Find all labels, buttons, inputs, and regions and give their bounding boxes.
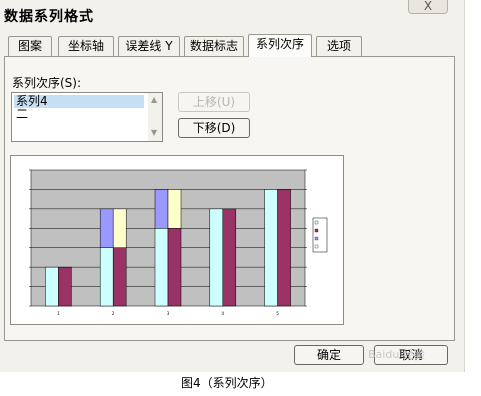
tab-error-bars[interactable]: 误差线 Y bbox=[118, 36, 180, 56]
legend-swatch bbox=[314, 220, 319, 225]
scroll-up-icon[interactable]: ▲ bbox=[151, 95, 157, 104]
dialog-title: 数据系列格式 bbox=[4, 9, 94, 25]
move-up-button[interactable]: 上移(U) bbox=[178, 92, 250, 112]
bar bbox=[209, 208, 224, 307]
bar bbox=[154, 228, 169, 307]
bar bbox=[167, 228, 182, 307]
x-tick-label: 4 bbox=[222, 311, 225, 316]
bar bbox=[112, 247, 127, 307]
series-order-listbox[interactable]: 系列4 二 ▲ ▼ bbox=[11, 92, 163, 142]
chart-preview: 1 2 3 4 5 bbox=[10, 155, 344, 325]
list-item[interactable]: 二 bbox=[14, 108, 30, 121]
legend-swatch bbox=[314, 228, 319, 233]
bar bbox=[167, 189, 182, 229]
tab-data-labels[interactable]: 数据标志 bbox=[184, 36, 244, 56]
bar bbox=[58, 266, 72, 307]
legend-swatch bbox=[314, 236, 319, 241]
ok-button[interactable]: 确定 bbox=[294, 345, 364, 365]
bar bbox=[154, 189, 169, 229]
bar bbox=[277, 189, 291, 307]
x-tick-label: 1 bbox=[57, 311, 60, 316]
tab-axis[interactable]: 坐标轴 bbox=[58, 36, 114, 56]
bar bbox=[112, 208, 127, 248]
format-series-dialog: 数据系列格式 X 图案 坐标轴 误差线 Y 数据标志 系列次序 选项 系列次序(… bbox=[0, 0, 465, 372]
title-bar: 数据系列格式 X bbox=[0, 0, 465, 32]
list-item[interactable]: 系列4 bbox=[14, 95, 144, 108]
series-order-label: 系列次序(S): bbox=[12, 76, 82, 90]
x-tick-label: 3 bbox=[167, 311, 170, 316]
close-button[interactable]: X bbox=[408, 0, 448, 14]
bar bbox=[222, 208, 237, 307]
bar bbox=[45, 266, 59, 307]
tab-series-order[interactable]: 系列次序 bbox=[248, 34, 312, 57]
listbox-scrollbar[interactable]: ▲ ▼ bbox=[148, 93, 162, 141]
close-icon: X bbox=[423, 0, 433, 13]
x-tick-label: 5 bbox=[276, 311, 279, 316]
move-down-button[interactable]: 下移(D) bbox=[178, 118, 250, 138]
x-tick-label: 2 bbox=[112, 311, 115, 316]
legend-swatch bbox=[314, 244, 319, 249]
bar bbox=[264, 189, 278, 307]
figure-caption: 图4（系列次序） bbox=[181, 376, 273, 390]
bar bbox=[99, 247, 114, 307]
scroll-down-icon[interactable]: ▼ bbox=[151, 128, 157, 137]
watermark: Baidu 经验 bbox=[368, 348, 425, 361]
tab-patterns[interactable]: 图案 bbox=[8, 36, 52, 56]
preview-chart: 1 2 3 4 5 bbox=[29, 169, 328, 316]
bar bbox=[99, 208, 114, 248]
tab-options[interactable]: 选项 bbox=[316, 36, 362, 56]
